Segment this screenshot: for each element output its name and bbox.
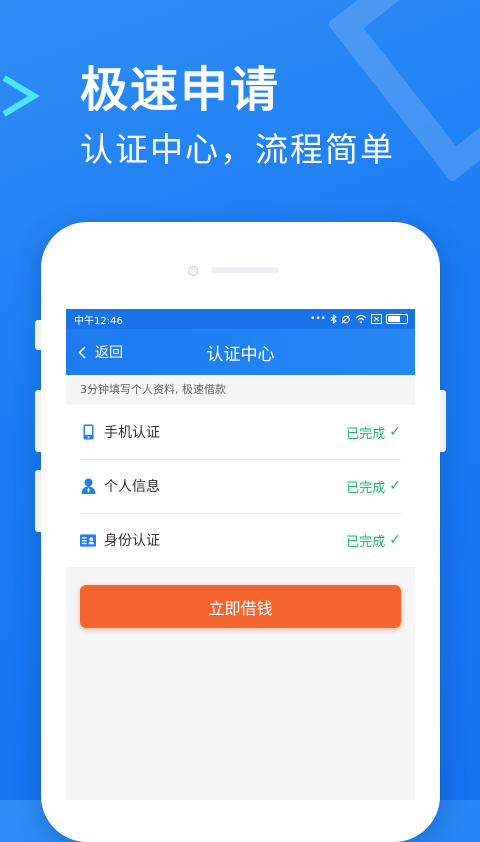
chevron-left-icon xyxy=(78,345,86,359)
check-icon: ✓ xyxy=(389,478,401,494)
person-icon xyxy=(80,478,96,494)
verify-item-status: 已完成 xyxy=(346,534,386,550)
status-icons: ••• xyxy=(310,314,408,324)
back-button[interactable]: 返回 xyxy=(78,329,123,375)
hero-headline: 极速申请 xyxy=(80,62,281,118)
tip-text: 3分钟填写个人资料, 极速借款 xyxy=(80,383,226,396)
back-label: 返回 xyxy=(95,345,123,361)
app-screen: 中午12:46 ••• 返回 认证中心 3分钟填写个人资料, 极速借款 手机认证… xyxy=(66,309,415,800)
wifi-icon xyxy=(355,314,367,324)
battery-icon xyxy=(386,314,408,324)
nav-bar: 返回 认证中心 xyxy=(66,329,415,375)
check-icon: ✓ xyxy=(389,532,401,548)
verify-item-identity[interactable]: 身份认证 已完成 ✓ xyxy=(66,513,415,567)
phone-speaker xyxy=(211,267,279,273)
id-card-icon xyxy=(80,532,96,548)
status-bar: 中午12:46 ••• xyxy=(66,309,415,329)
chevron-right-decoration-icon xyxy=(2,75,40,117)
phone-icon xyxy=(80,424,96,440)
verify-item-personal-info[interactable]: 个人信息 已完成 ✓ xyxy=(66,459,415,513)
hero-subline: 认证中心，流程简单 xyxy=(80,130,395,169)
phone-power-button xyxy=(440,390,446,452)
verify-item-label: 个人信息 xyxy=(104,479,160,495)
verify-item-label: 身份认证 xyxy=(104,533,160,549)
dots-icon: ••• xyxy=(310,314,326,324)
borrow-now-button[interactable]: 立即借钱 xyxy=(80,585,401,628)
phone-volume-down xyxy=(35,470,41,532)
phone-camera xyxy=(188,266,198,276)
verify-item-status: 已完成 xyxy=(346,480,386,496)
verification-list: 手机认证 已完成 ✓ 个人信息 已完成 ✓ 身份认证 已完成 ✓ xyxy=(66,405,415,567)
status-time: 中午12:46 xyxy=(74,315,123,327)
phone-side-button xyxy=(35,320,41,350)
verify-item-status: 已完成 xyxy=(346,426,386,442)
sim-icon xyxy=(371,314,382,324)
bluetooth-icon xyxy=(330,314,337,324)
phone-volume-up xyxy=(35,390,41,452)
alarm-icon xyxy=(341,314,351,324)
verify-item-phone[interactable]: 手机认证 已完成 ✓ xyxy=(66,405,415,459)
check-icon: ✓ xyxy=(389,424,401,440)
verify-item-label: 手机认证 xyxy=(104,425,160,441)
